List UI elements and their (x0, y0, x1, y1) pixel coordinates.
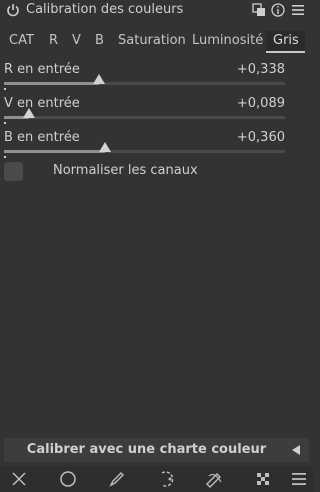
slider-label: R en entrée (4, 62, 80, 77)
tab-saturation[interactable]: Saturation (118, 33, 186, 48)
normalize-channels-checkbox[interactable] (4, 162, 23, 181)
slider-origin-tick (4, 88, 6, 90)
calibrate-color-checker-button[interactable]: Calibrer avec une charte couleur (4, 438, 309, 462)
tab-gris[interactable]: Gris (266, 31, 305, 53)
tab-cat[interactable]: CAT (9, 33, 34, 48)
draw-icon[interactable] (205, 470, 223, 488)
tab-b[interactable]: B (95, 33, 104, 48)
slider-label: V en entrée (4, 96, 80, 111)
slider-origin-tick (4, 122, 6, 124)
slider-v-input[interactable]: V en entrée +0,089 (4, 96, 285, 128)
slider-value: +0,360 (236, 130, 285, 145)
slider-track[interactable] (4, 116, 285, 119)
slider-fill (4, 82, 99, 85)
path-icon[interactable] (157, 470, 175, 488)
presets-icon[interactable] (252, 3, 266, 17)
brush-icon[interactable] (108, 470, 126, 488)
tab-r[interactable]: R (49, 33, 58, 48)
calibrate-button-label: Calibrer avec une charte couleur (26, 442, 267, 457)
hamburger-icon[interactable] (290, 470, 308, 488)
tab-luminosite[interactable]: Luminosité (192, 33, 263, 48)
tab-v[interactable]: V (72, 33, 81, 48)
mask-toolbar (0, 466, 313, 492)
slider-value: +0,089 (236, 96, 285, 111)
module-header: Calibration des couleurs (0, 0, 313, 22)
slider-track[interactable] (4, 82, 285, 85)
tab-bar: CAT R V B Saturation Luminosité Gris (0, 30, 313, 56)
slider-handle[interactable] (23, 108, 35, 118)
circle-icon[interactable] (59, 470, 77, 488)
menu-icon[interactable] (291, 3, 305, 17)
power-icon[interactable] (6, 3, 20, 17)
slider-handle[interactable] (92, 74, 105, 84)
slider-fill (4, 150, 106, 153)
slider-b-input[interactable]: B en entrée +0,360 (4, 130, 285, 162)
slider-origin-tick (4, 156, 6, 158)
module-title: Calibration des couleurs (26, 2, 184, 17)
clear-icon[interactable] (10, 470, 28, 488)
slider-value: +0,338 (236, 62, 285, 77)
normalize-channels-label: Normaliser les canaux (53, 163, 198, 178)
reset-icon[interactable] (271, 3, 285, 17)
collapse-arrow-icon[interactable] (292, 445, 300, 455)
slider-track[interactable] (4, 150, 285, 153)
checkerboard-icon[interactable] (254, 470, 272, 488)
slider-handle[interactable] (99, 142, 112, 152)
slider-r-input[interactable]: R en entrée +0,338 (4, 62, 285, 94)
slider-label: B en entrée (4, 130, 80, 145)
